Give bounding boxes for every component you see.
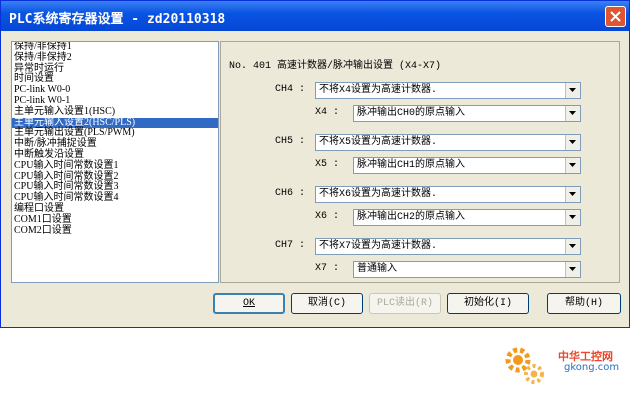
x-label: X4 : (315, 107, 340, 118)
x-select-value: 脉冲输出CH1的原点输入 (357, 160, 466, 171)
chevron-down-icon (569, 111, 576, 115)
chevron-down-icon (569, 244, 576, 248)
hsc-pulse-settings-panel: No. 401 高速计数器/脉冲输出设置 (X4-X7) CH4 : 不将X4设置… (220, 41, 620, 283)
dropdown-arrow[interactable] (565, 210, 580, 225)
cancel-button-label: 取消(C) (307, 298, 346, 309)
x-label: X5 : (315, 159, 340, 170)
dropdown-arrow[interactable] (565, 158, 580, 173)
ch-select[interactable]: 不将X6设置为高速计数器. (315, 186, 581, 203)
ch-select[interactable]: 不将X5设置为高速计数器. (315, 134, 581, 151)
plc-register-settings-dialog: PLC系统寄存器设置 - zd20110318 保持/非保持1 保持/非保持2 异常… (0, 0, 630, 328)
chevron-down-icon (569, 215, 576, 219)
dropdown-arrow[interactable] (565, 83, 580, 98)
window-title: PLC系统寄存器设置 - zd20110318 (9, 12, 226, 27)
ok-button[interactable]: OK (213, 293, 285, 314)
x-label: X6 : (315, 211, 340, 222)
ch-label: CH7 : (275, 240, 306, 251)
ch-select-value: 不将X7设置为高速计数器. (319, 241, 438, 252)
close-icon (610, 11, 621, 22)
list-item[interactable]: 保持/非保持2 (12, 52, 218, 64)
panel-heading: No. 401 高速计数器/脉冲输出设置 (X4-X7) (229, 61, 442, 72)
x-select-value: 脉冲输出CH0的原点输入 (357, 108, 466, 119)
plc-read-button-label: PLC读出(R) (376, 298, 433, 309)
x-label: X7 : (315, 263, 340, 274)
x-select[interactable]: 普通输入 (353, 261, 581, 278)
x-select-value: 脉冲输出CH2的原点输入 (357, 212, 466, 223)
x-select[interactable]: 脉冲输出CH1的原点输入 (353, 157, 581, 174)
dropdown-arrow[interactable] (565, 262, 580, 277)
dropdown-arrow[interactable] (565, 187, 580, 202)
plc-read-button[interactable]: PLC读出(R) (369, 293, 441, 314)
initialize-button[interactable]: 初始化(I) (447, 293, 529, 314)
ch-select[interactable]: 不将X4设置为高速计数器. (315, 82, 581, 99)
dropdown-arrow[interactable] (565, 239, 580, 254)
ch-select[interactable]: 不将X7设置为高速计数器. (315, 238, 581, 255)
ch-select-value: 不将X4设置为高速计数器. (319, 85, 438, 96)
help-button-label: 帮助(H) (564, 298, 603, 309)
ch-label: CH5 : (275, 136, 306, 147)
chevron-down-icon (569, 163, 576, 167)
dropdown-arrow[interactable] (565, 135, 580, 150)
gear-icon (505, 347, 544, 384)
x-select[interactable]: 脉冲输出CH0的原点输入 (353, 105, 581, 122)
ok-button-label: OK (242, 298, 255, 309)
list-item[interactable]: 主单元输入设置1(HSC) (12, 106, 218, 118)
cancel-button[interactable]: 取消(C) (291, 293, 363, 314)
dropdown-arrow[interactable] (565, 106, 580, 121)
chevron-down-icon (569, 88, 576, 92)
x-select-value: 普通输入 (357, 264, 397, 275)
ch-label: CH4 : (275, 84, 306, 95)
ch-select-value: 不将X6设置为高速计数器. (319, 189, 438, 200)
list-item[interactable]: CPU输入时间常数设置1 (12, 160, 218, 172)
ch-select-value: 不将X5设置为高速计数器. (319, 137, 438, 148)
ch-label: CH6 : (275, 188, 306, 199)
list-item[interactable]: COM2口设置 (12, 225, 218, 237)
watermark-text-url: gkong.com (564, 362, 620, 373)
initialize-button-label: 初始化(I) (463, 298, 512, 309)
chevron-down-icon (569, 140, 576, 144)
close-button[interactable] (605, 6, 626, 27)
x-select[interactable]: 脉冲输出CH2的原点输入 (353, 209, 581, 226)
settings-category-list[interactable]: 保持/非保持1 保持/非保持2 异常时运行 时间设置 PC-link W0-0 PC-li… (11, 41, 219, 283)
title-bar[interactable]: PLC系统寄存器设置 - zd20110318 (1, 1, 629, 31)
watermark-logo: 中华工控网 gkong.com (500, 340, 640, 390)
chevron-down-icon (569, 192, 576, 196)
chevron-down-icon (569, 267, 576, 271)
help-button[interactable]: 帮助(H) (547, 293, 621, 314)
list-item[interactable]: COM1口设置 (12, 214, 218, 226)
